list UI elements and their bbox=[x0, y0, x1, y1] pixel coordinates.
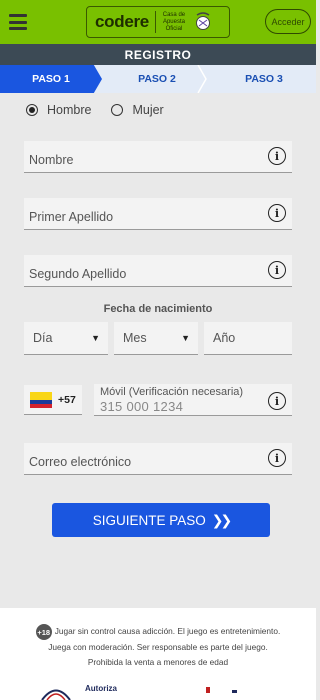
phone-label: Móvil (Verificación necesaria) bbox=[100, 386, 244, 398]
gender-label-female: Mujer bbox=[132, 103, 164, 117]
day-select[interactable]: Día ▼ bbox=[24, 322, 108, 355]
responsible-gaming-text: +18 Jugar sin control causa adicción. El … bbox=[8, 624, 308, 670]
phone-field[interactable]: Móvil (Verificación necesaria) 315 000 1… bbox=[94, 384, 292, 416]
last-name-1-field[interactable]: Primer Apellido i bbox=[24, 198, 292, 230]
access-button[interactable]: Acceder bbox=[265, 9, 311, 34]
menu-icon[interactable] bbox=[9, 14, 27, 30]
next-step-label: SIGUIENTE PASO bbox=[92, 512, 206, 528]
step-1: PASO 1 bbox=[0, 65, 102, 93]
dob-label: Fecha de nacimiento bbox=[103, 303, 213, 315]
club-crest-icon bbox=[195, 12, 210, 30]
footer-mark-icon bbox=[232, 690, 237, 693]
month-value: Mes bbox=[123, 331, 147, 345]
gender-label-male: Hombre bbox=[47, 103, 92, 117]
regulator-logo-icon bbox=[41, 689, 71, 700]
gender-option-male[interactable]: Hombre bbox=[26, 103, 91, 117]
double-chevron-right-icon: ❯❯ bbox=[211, 511, 233, 528]
step-3: PASO 3 bbox=[245, 73, 283, 85]
top-bar: codere Casa de Apuesta Oficial Acceder bbox=[0, 0, 316, 44]
country-code-select[interactable]: +57 bbox=[24, 385, 82, 415]
info-icon[interactable]: i bbox=[268, 392, 286, 410]
radio-female[interactable] bbox=[111, 104, 124, 116]
colombia-flag-icon bbox=[30, 391, 52, 408]
step-separator-icon bbox=[197, 65, 207, 93]
gender-option-female[interactable]: Mujer bbox=[111, 103, 164, 117]
email-field[interactable]: Correo electrónico i bbox=[24, 443, 292, 475]
caret-down-icon: ▼ bbox=[181, 333, 190, 343]
info-icon[interactable]: i bbox=[268, 204, 286, 222]
email-placeholder: Correo electrónico bbox=[29, 454, 132, 469]
radio-male[interactable] bbox=[26, 104, 38, 116]
authorizes-label: Autoriza bbox=[85, 684, 117, 693]
caret-down-icon: ▼ bbox=[91, 333, 100, 343]
last-name-2-placeholder: Segundo Apellido bbox=[29, 266, 127, 281]
registration-title: REGISTRO bbox=[0, 44, 316, 65]
phone-placeholder: 315 000 1234 bbox=[100, 399, 184, 414]
age-18-badge: +18 bbox=[35, 624, 52, 640]
footer-line-1: Jugar sin control causa adicción. El jue… bbox=[54, 626, 281, 637]
last-name-2-field[interactable]: Segundo Apellido i bbox=[24, 255, 292, 287]
day-value: Día bbox=[33, 331, 53, 345]
info-icon[interactable]: i bbox=[268, 147, 286, 165]
brand-subtitle: Casa de Apuesta Oficial bbox=[162, 11, 186, 32]
brand-name: codere bbox=[95, 12, 149, 31]
footer-line-3: Prohibida la venta a menores de edad bbox=[87, 657, 229, 667]
country-code: +57 bbox=[58, 393, 76, 406]
year-select[interactable]: Año bbox=[204, 322, 292, 355]
step-2: PASO 2 bbox=[138, 73, 176, 85]
footer-mark-icon bbox=[206, 687, 210, 693]
month-select[interactable]: Mes ▼ bbox=[114, 322, 198, 355]
first-name-field[interactable]: Nombre i bbox=[24, 141, 292, 173]
year-value: Año bbox=[213, 331, 236, 345]
info-icon[interactable]: i bbox=[268, 261, 286, 279]
first-name-placeholder: Nombre bbox=[29, 152, 74, 167]
brand-logo[interactable]: codere Casa de Apuesta Oficial bbox=[86, 6, 230, 38]
gender-selector: Hombre Mujer bbox=[26, 103, 184, 117]
last-name-1-placeholder: Primer Apellido bbox=[29, 209, 114, 224]
step-indicator: PASO 1 PASO 2 PASO 3 bbox=[0, 65, 316, 93]
footer-line-2: Juega con moderación. Ser responsable es… bbox=[48, 642, 268, 652]
info-icon[interactable]: i bbox=[268, 449, 286, 467]
next-step-button[interactable]: SIGUIENTE PASO ❯❯ bbox=[52, 503, 270, 537]
